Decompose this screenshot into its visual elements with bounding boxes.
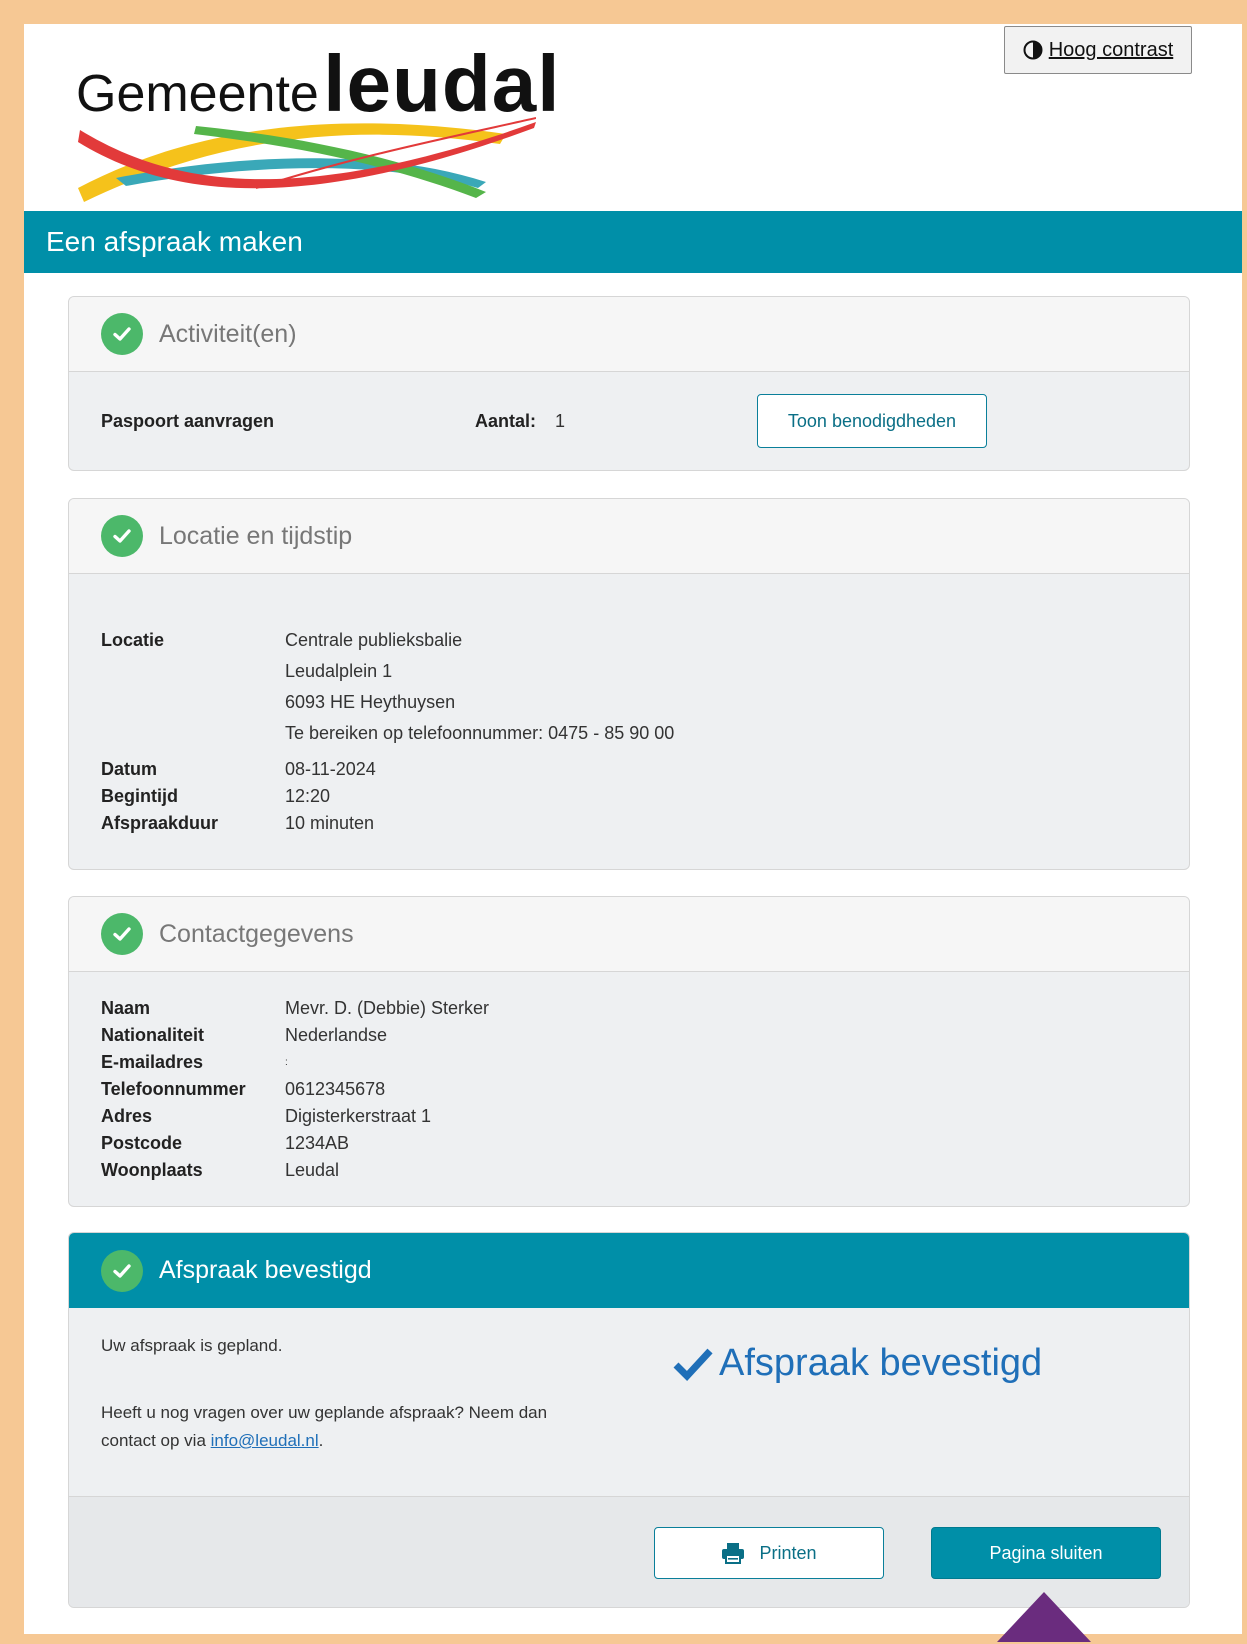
logo-swoosh-graphic <box>78 117 536 202</box>
address-line: Te bereiken op telefoonnummer: 0475 - 85… <box>285 723 675 743</box>
email-link[interactable]: info@leudal.nl <box>211 1431 319 1450</box>
duration-value: 10 minuten <box>285 813 375 833</box>
location-label: Locatie <box>101 630 165 650</box>
confirmation-title: Afspraak bevestigd <box>159 1256 372 1284</box>
check-icon <box>101 913 143 955</box>
count-value: 1 <box>555 411 566 431</box>
logo-name: leudal <box>323 39 561 128</box>
contact-prefix: contact op via <box>101 1431 206 1450</box>
activities-header: Activiteit(en) <box>69 297 1189 372</box>
close-page-label: Pagina sluiten <box>989 1542 1103 1563</box>
activities-panel: Activiteit(en) Paspoort aanvragen Aantal… <box>68 296 1190 471</box>
duration-label: Afspraakduur <box>101 813 219 833</box>
start-value: 12:20 <box>285 786 331 806</box>
check-icon <box>101 1249 143 1292</box>
page-frame: Gemeente leudal Hoog contrast Een afspra… <box>24 24 1242 1634</box>
confirmed-status: Afspraak bevestigd <box>673 1342 1042 1385</box>
contact-header: Contactgegevens <box>69 897 1189 972</box>
contact-line: contact op via info@leudal.nl. <box>101 1431 323 1451</box>
check-icon <box>101 313 143 355</box>
appointment-details: Datum 08-11-2024 Begintijd 12:20 Afspraakd… <box>101 756 376 837</box>
contact-value: 1234AB <box>285 1133 350 1153</box>
activities-title: Activiteit(en) <box>159 319 297 348</box>
contact-value: Digisterkerstraat 1 <box>285 1106 432 1126</box>
count-label: Aantal: <box>475 411 537 431</box>
confirmed-status-label: Afspraak bevestigd <box>719 1342 1043 1384</box>
contact-value: Mevr. D. (Debbie) Sterker <box>285 998 490 1018</box>
location-header: Locatie en tijdstip <box>69 499 1189 574</box>
location-title: Locatie en tijdstip <box>159 521 353 550</box>
address-line: 6093 HE Heythuysen <box>285 692 456 712</box>
location-address: Centrale publieksbalie Leudalplein 1 609… <box>285 630 674 754</box>
contact-value: : <box>285 1057 288 1068</box>
confirmation-panel: Afspraak bevestigd Uw afspraak is geplan… <box>68 1232 1190 1608</box>
start-label: Begintijd <box>101 786 178 806</box>
contact-label: Adres <box>101 1106 153 1126</box>
printer-icon <box>722 1543 745 1564</box>
high-contrast-button[interactable]: Hoog contrast <box>1004 26 1192 74</box>
contact-title: Contactgegevens <box>159 919 354 948</box>
confirmation-header: Afspraak bevestigd <box>69 1233 1189 1308</box>
contact-label: Woonplaats <box>101 1160 203 1180</box>
contact-value: Leudal <box>285 1160 340 1180</box>
page-title: Een afspraak maken <box>46 226 303 257</box>
contact-value: Nederlandse <box>285 1025 388 1045</box>
page-title-bar: Een afspraak maken <box>24 211 1242 273</box>
contact-label: E-mailadres <box>101 1052 204 1072</box>
confirmation-body: Uw afspraak is gepland. Heeft u nog vrag… <box>69 1308 1189 1496</box>
pointer-arrow <box>997 1592 1091 1642</box>
print-label: Printen <box>759 1542 817 1563</box>
high-contrast-label: Hoog contrast <box>1048 38 1174 61</box>
contact-label: Naam <box>101 998 151 1018</box>
close-page-button[interactable]: Pagina sluiten <box>931 1527 1161 1579</box>
show-requirements-button[interactable]: Toon benodigdheden <box>757 394 987 448</box>
activity-name: Paspoort aanvragen <box>101 411 275 431</box>
contact-panel: Contactgegevens Naam Mevr. D. (Debbie) St… <box>68 896 1190 1207</box>
show-requirements-label: Toon benodigdheden <box>787 410 957 431</box>
planned-text: Uw afspraak is gepland. <box>101 1336 283 1355</box>
contact-label: Telefoonnummer <box>101 1079 246 1099</box>
address-line: Centrale publieksbalie <box>285 630 463 650</box>
date-value: 08-11-2024 <box>285 759 376 779</box>
contact-label: Postcode <box>101 1133 183 1153</box>
contrast-icon <box>1023 40 1043 60</box>
contact-value: 0612345678 <box>285 1079 386 1099</box>
checkmark-icon <box>673 1348 713 1381</box>
location-panel: Locatie en tijdstip Locatie Centrale pub… <box>68 498 1190 870</box>
check-icon <box>101 515 143 557</box>
question-text: Heeft u nog vragen over uw geplande afsp… <box>101 1403 548 1422</box>
contact-label: Nationaliteit <box>101 1025 205 1045</box>
date-label: Datum <box>101 759 158 779</box>
confirmation-footer: Printen Pagina sluiten <box>69 1496 1189 1607</box>
print-button[interactable]: Printen <box>654 1527 884 1579</box>
contact-suffix: . <box>318 1431 324 1450</box>
logo-prefix: Gemeente <box>76 65 319 123</box>
address-line: Leudalplein 1 <box>285 661 393 681</box>
contact-details: Naam Mevr. D. (Debbie) Sterker Nationalit… <box>101 995 489 1184</box>
